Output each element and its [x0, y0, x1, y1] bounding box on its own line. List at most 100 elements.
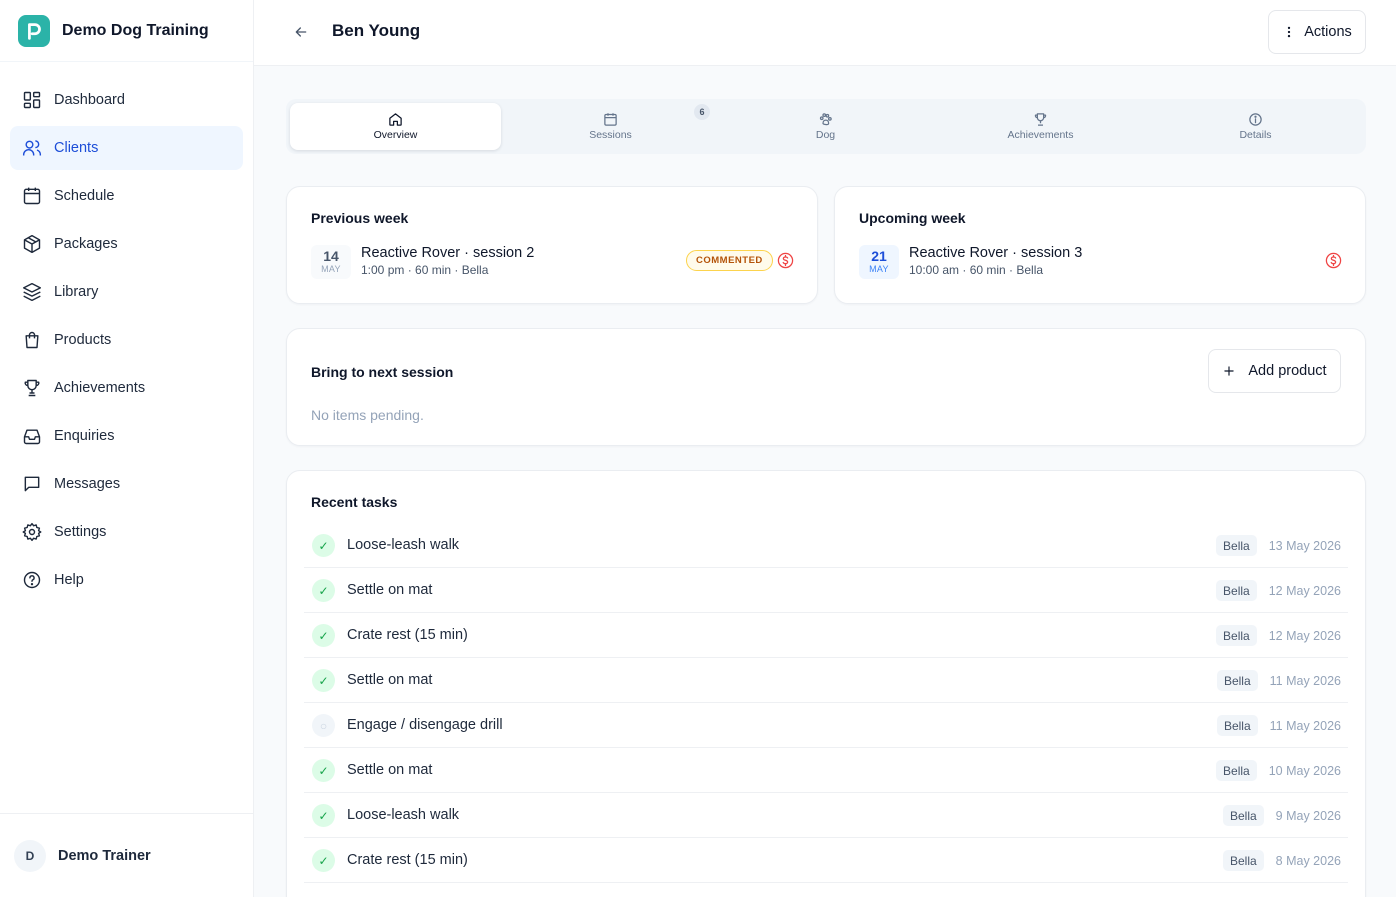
- logo-icon: [18, 14, 50, 47]
- sidebar-item-enquiries[interactable]: Enquiries: [10, 414, 243, 458]
- actions-label: Actions: [1304, 24, 1352, 40]
- dog-chip: Bella: [1216, 580, 1257, 601]
- task-date: 12 May 2026: [1268, 628, 1341, 643]
- task-date: 12 May 2026: [1268, 583, 1341, 598]
- payment-status-icon: [1325, 252, 1342, 269]
- package-icon: [23, 234, 41, 254]
- sidebar-item-packages[interactable]: Packages: [10, 222, 243, 266]
- task-row[interactable]: ✓ Crate rest (15 min) Bella 12 May 2026: [304, 613, 1348, 658]
- tab-details[interactable]: Details: [1150, 103, 1361, 150]
- task-name: Settle on mat: [347, 762, 433, 778]
- task-meta: Bella 13 May 2026: [1216, 535, 1341, 556]
- check-icon[interactable]: ✓: [312, 624, 335, 647]
- user-profile[interactable]: D Demo Trainer: [0, 813, 253, 897]
- task-meta: Bella 8 May 2026: [1222, 850, 1341, 871]
- task-meta: Bella 10 May 2026: [1216, 760, 1341, 781]
- task-row[interactable]: ✓ Settle on mat Bella 11 May 2026: [304, 658, 1348, 703]
- help-icon: [23, 571, 41, 589]
- task-name: Engage / disengage drill: [347, 717, 503, 733]
- session-month: MAY: [869, 264, 889, 274]
- sidebar-item-label: Schedule: [54, 188, 115, 204]
- session-date: 14 MAY: [311, 245, 351, 279]
- empty-state-text: No items pending.: [311, 407, 424, 423]
- tab-label: Dog: [815, 129, 836, 141]
- dog-chip: Bella: [1222, 805, 1264, 826]
- paw-icon: [819, 113, 832, 126]
- session-date: 21 MAY: [859, 245, 899, 279]
- tab-achievements[interactable]: Achievements: [935, 103, 1146, 150]
- sidebar-item-achievements[interactable]: Achievements: [10, 366, 243, 410]
- info-icon: [1249, 113, 1262, 126]
- task-date: 13 May 2026: [1268, 538, 1341, 553]
- task-name: Loose-leash walk: [347, 537, 460, 553]
- sidebar-item-products[interactable]: Products: [10, 318, 243, 362]
- plus-icon: [1224, 366, 1235, 376]
- more-vertical-icon: [1288, 26, 1291, 38]
- check-icon[interactable]: ✓: [312, 849, 335, 872]
- session-month: MAY: [321, 264, 341, 274]
- check-icon[interactable]: ✓: [312, 759, 335, 782]
- session-meta: 10:00 am · 60 min · Bella: [909, 263, 1044, 277]
- task-row[interactable]: ○ Engage / disengage drill Bella 11 May 202…: [304, 703, 1348, 748]
- check-icon[interactable]: ✓: [312, 669, 335, 692]
- calendar-icon: [604, 113, 617, 126]
- task-row[interactable]: ✓ Loose-leash walk Bella 9 May 2026: [304, 793, 1348, 838]
- page-header: Ben Young Actions: [254, 0, 1396, 66]
- sessions-count-badge: 6: [694, 104, 710, 120]
- sidebar-item-clients[interactable]: Clients: [10, 126, 243, 170]
- task-date: 11 May 2026: [1269, 718, 1341, 733]
- trophy-icon: [1034, 113, 1047, 126]
- dog-chip: Bella: [1222, 850, 1264, 871]
- recent-tasks-card: Recent tasks ✓ Loose-leash walk Bella 13 Ma…: [286, 470, 1366, 897]
- sidebar-item-label: Library: [54, 284, 99, 300]
- sidebar-item-label: Products: [54, 332, 112, 348]
- dog-chip: Bella: [1216, 625, 1257, 646]
- task-name: Loose-leash walk: [347, 807, 460, 823]
- task-date: 9 May 2026: [1275, 808, 1341, 823]
- check-icon[interactable]: ✓: [312, 534, 335, 557]
- card-title: Recent tasks: [311, 494, 398, 510]
- inbox-icon: [23, 429, 41, 445]
- sidebar-item-help[interactable]: Help: [10, 558, 243, 602]
- task-row[interactable]: ✓ Crate rest (15 min) Bella 8 May 2026: [304, 838, 1348, 883]
- sidebar-item-library[interactable]: Library: [10, 270, 243, 314]
- sidebar: Demo Dog Training Dashboard Clients Sche…: [0, 0, 254, 897]
- sidebar-item-label: Messages: [54, 476, 121, 492]
- payment-status-icon: [777, 252, 794, 269]
- task-row[interactable]: ✓ Settle on mat Bella 10 May 2026: [304, 748, 1348, 793]
- trophy-icon: [24, 379, 40, 397]
- sidebar-item-label: Dashboard: [54, 92, 125, 108]
- tab-label: Overview: [373, 129, 418, 141]
- pending-icon[interactable]: ○: [312, 714, 335, 737]
- back-button[interactable]: [290, 21, 312, 43]
- card-title: Bring to next session: [311, 364, 454, 380]
- sidebar-item-messages[interactable]: Messages: [10, 462, 243, 506]
- dog-chip: Bella: [1216, 670, 1258, 691]
- brand[interactable]: Demo Dog Training: [0, 0, 253, 62]
- actions-button[interactable]: Actions: [1268, 10, 1366, 54]
- upcoming-week-card: Upcoming week 21 MAY Reactive Rover · se…: [834, 186, 1366, 304]
- session-meta: 1:00 pm · 60 min · Bella: [361, 263, 489, 277]
- home-icon: [389, 113, 402, 126]
- sidebar-item-label: Help: [54, 572, 84, 588]
- tab-dog[interactable]: Dog: [720, 103, 931, 150]
- sidebar-item-label: Settings: [54, 524, 107, 540]
- shopping-bag-icon: [25, 331, 39, 349]
- tab-overview[interactable]: Overview: [290, 103, 501, 150]
- sidebar-item-dashboard[interactable]: Dashboard: [10, 78, 243, 122]
- sidebar-item-schedule[interactable]: Schedule: [10, 174, 243, 218]
- brand-name: Demo Dog Training: [62, 21, 209, 39]
- task-meta: Bella 11 May 2026: [1216, 715, 1341, 736]
- task-list: ✓ Loose-leash walk Bella 13 May 2026 ✓ Settle…: [304, 523, 1348, 883]
- add-product-button[interactable]: Add product: [1208, 349, 1341, 393]
- task-row[interactable]: ✓ Settle on mat Bella 12 May 2026: [304, 568, 1348, 613]
- sidebar-item-settings[interactable]: Settings: [10, 510, 243, 554]
- task-row[interactable]: ✓ Loose-leash walk Bella 13 May 2026: [304, 523, 1348, 568]
- check-icon[interactable]: ✓: [312, 804, 335, 827]
- check-icon[interactable]: ✓: [312, 579, 335, 602]
- session-name[interactable]: Reactive Rover · session 3: [909, 245, 1082, 261]
- tab-sessions[interactable]: Sessions: [505, 103, 716, 150]
- session-name[interactable]: Reactive Rover · session 2: [361, 245, 534, 261]
- task-date: 10 May 2026: [1268, 763, 1341, 778]
- sidebar-item-label: Enquiries: [54, 428, 115, 444]
